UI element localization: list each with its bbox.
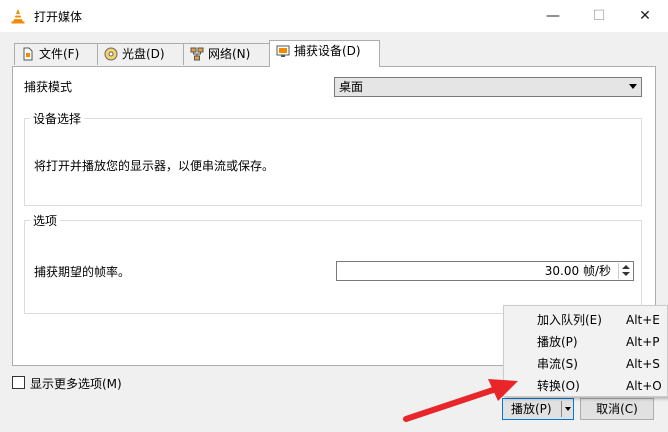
menu-item-label: 转换(O) — [537, 379, 580, 393]
spin-down-icon[interactable] — [622, 272, 630, 276]
spin-buttons[interactable] — [618, 263, 632, 279]
tab-disc-label: 光盘(D) — [122, 47, 165, 61]
tab-network[interactable]: 网络(N) — [183, 43, 270, 65]
close-button[interactable]: ✕ — [622, 0, 668, 32]
vlc-cone-icon — [11, 9, 25, 24]
menu-item-label: 加入队列(E) — [537, 313, 602, 327]
capture-mode-label: 捕获模式 — [24, 80, 73, 94]
play-button-divider — [561, 401, 562, 417]
window-title: 打开媒体 — [34, 10, 83, 24]
disc-icon — [104, 47, 118, 61]
tab-file[interactable]: 文件(F) — [14, 43, 98, 65]
more-options-checkbox[interactable] — [12, 376, 25, 389]
menu-item-shortcut: Alt+E — [626, 313, 660, 327]
file-icon — [23, 47, 33, 61]
chevron-down-icon[interactable] — [565, 407, 571, 411]
device-selection-title: 设备选择 — [30, 110, 85, 127]
device-description: 将打开并播放您的显示器，以便串流或保存。 — [34, 159, 275, 173]
annotation-arrow-icon — [403, 379, 518, 422]
menu-item-shortcut: Alt+S — [626, 357, 660, 371]
minimize-button[interactable]: — — [530, 0, 576, 32]
menu-item-label: 播放(P) — [537, 335, 578, 349]
menu-item-label: 串流(S) — [537, 357, 578, 371]
capture-mode-select[interactable]: 桌面 — [334, 77, 642, 97]
framerate-spinbox[interactable]: 30.00 帧/秒 — [336, 261, 634, 281]
menu-item-shortcut: Alt+P — [626, 335, 660, 349]
tab-disc[interactable]: 光盘(D) — [97, 43, 184, 65]
cancel-button[interactable]: 取消(C) — [580, 398, 654, 420]
menu-item-enqueue[interactable]: 加入队列(E) Alt+E — [504, 309, 667, 331]
menu-item-shortcut: Alt+O — [626, 379, 662, 393]
menu-item-play[interactable]: 播放(P) Alt+P — [504, 331, 667, 353]
more-options-label[interactable]: 显示更多选项(M) — [30, 375, 122, 392]
tab-file-label: 文件(F) — [39, 47, 80, 61]
menu-item-stream[interactable]: 串流(S) Alt+S — [504, 353, 667, 375]
network-icon — [190, 47, 204, 61]
framerate-value: 30.00 帧/秒 — [544, 264, 611, 278]
framerate-label: 捕获期望的帧率。 — [34, 265, 131, 279]
capture-device-icon — [276, 45, 290, 57]
tab-network-label: 网络(N) — [208, 47, 251, 61]
options-title: 选项 — [30, 212, 61, 229]
chevron-down-icon — [629, 84, 637, 89]
capture-mode-value: 桌面 — [339, 80, 364, 94]
tab-capture-device-label: 捕获设备(D) — [294, 44, 361, 58]
maximize-button[interactable]: ☐ — [576, 0, 622, 32]
title-bar: 打开媒体 — ☐ ✕ — [0, 0, 668, 32]
spin-up-icon[interactable] — [622, 265, 630, 269]
tab-capture-device[interactable]: 捕获设备(D) — [269, 40, 380, 67]
